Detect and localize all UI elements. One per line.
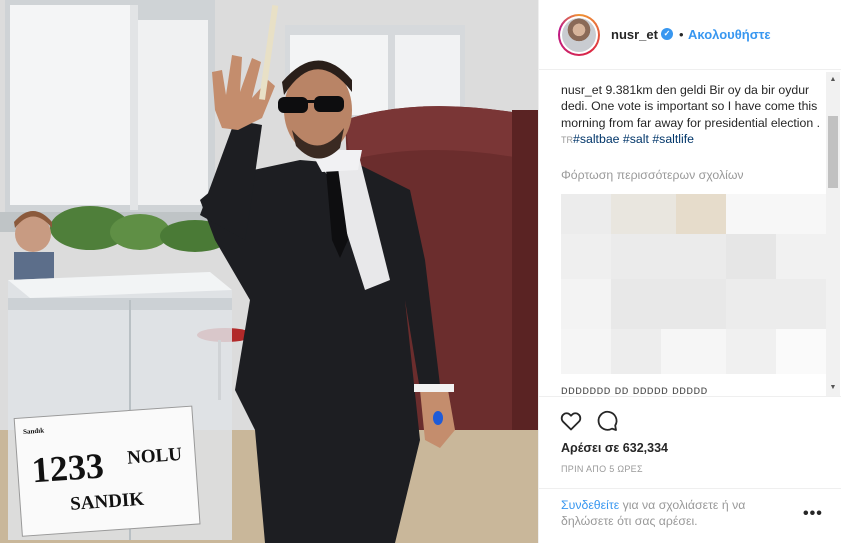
sign-nolu: NOLU: [126, 444, 183, 469]
post-caption: nusr_et 9.381km den geldi Bir oy da bir …: [561, 82, 826, 148]
username-link[interactable]: nusr_et: [611, 27, 658, 42]
sign-number: 1233: [30, 445, 105, 490]
login-link[interactable]: Συνδεθείτε: [561, 498, 619, 512]
likes-count[interactable]: Αρέσει σε 632,334: [561, 441, 668, 455]
sign-small-text: Sandık: [23, 427, 45, 436]
post-timestamp[interactable]: ΠΡΙΝ ΑΠΟ 5 ΩΡΕΣ: [561, 464, 643, 474]
avatar-image: [562, 18, 596, 52]
comments-section[interactable]: nusr_et 9.381km den geldi Bir oy da bir …: [539, 70, 841, 396]
header-separator: •: [679, 27, 684, 42]
post-side-panel: nusr_et ✓ • Ακολουθήστε nusr_et 9.381km …: [538, 0, 841, 543]
caption-tr-marker: TR: [561, 134, 573, 145]
blurred-comments: [561, 194, 829, 394]
photo-illustration: Sandık 1233 NOLU SANDIK: [0, 0, 538, 543]
caption-username[interactable]: nusr_et: [561, 83, 602, 97]
load-more-comments-link[interactable]: Φόρτωση περισσότερων σχολίων: [561, 168, 744, 182]
clipped-comment-text: ᴅᴅᴅᴅᴅᴅᴅ ᴅᴅ ᴅᴅᴅᴅᴅ ᴅᴅᴅᴅᴅ: [561, 383, 708, 396]
post-photo[interactable]: Sandık 1233 NOLU SANDIK: [0, 0, 538, 543]
avatar[interactable]: [558, 14, 600, 56]
heart-icon[interactable]: [559, 409, 583, 433]
follow-button[interactable]: Ακολουθήστε: [688, 27, 771, 42]
comments-scrollbar[interactable]: ▲ ▼: [826, 72, 840, 396]
login-prompt: Συνδεθείτε για να σχολιάσετε ή να δηλώσε…: [561, 497, 796, 529]
hashtag-saltbae[interactable]: #saltbae: [573, 132, 620, 146]
post-actions: Αρέσει σε 632,334 ΠΡΙΝ ΑΠΟ 5 ΩΡΕΣ: [539, 396, 841, 488]
post-footer: Συνδεθείτε για να σχολιάσετε ή να δηλώσε…: [539, 488, 841, 543]
post-header: nusr_et ✓ • Ακολουθήστε: [539, 0, 841, 70]
avatar-border: [560, 16, 598, 54]
hashtag-saltlife[interactable]: #saltlife: [652, 132, 694, 146]
comment-icon[interactable]: [595, 409, 619, 433]
hashtag-salt[interactable]: #salt: [623, 132, 649, 146]
scroll-down-arrow-icon[interactable]: ▼: [826, 382, 840, 394]
verified-badge-icon: ✓: [661, 28, 673, 40]
scroll-up-arrow-icon[interactable]: ▲: [826, 74, 840, 86]
more-options-icon[interactable]: •••: [803, 505, 823, 523]
scroll-thumb[interactable]: [828, 116, 838, 188]
